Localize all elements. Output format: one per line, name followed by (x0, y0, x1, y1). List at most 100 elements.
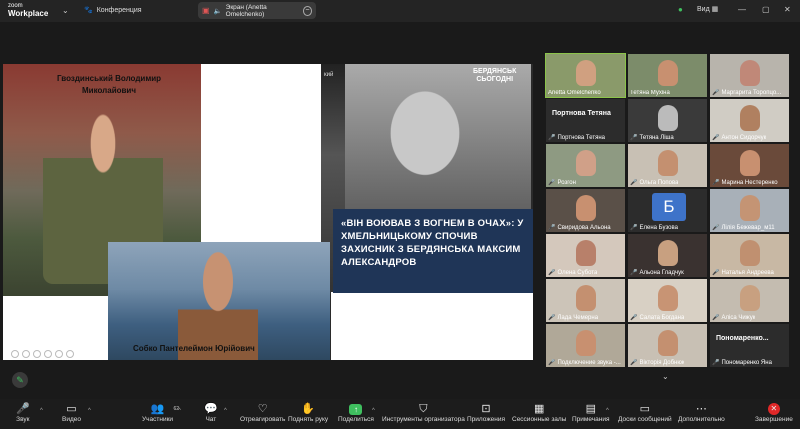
participant-face (658, 330, 678, 356)
participant-tile[interactable]: Anetta Omelchenko (545, 53, 626, 98)
participant-label: 🎤 Свиридова Альона (548, 224, 611, 232)
tool-icon[interactable] (44, 350, 52, 358)
participant-tile[interactable]: 🎤 Ольга Попова (628, 144, 707, 187)
notes-button[interactable]: ▤ Примечания (572, 402, 610, 423)
grid-icon: ▦ (533, 403, 545, 415)
view-menu[interactable]: Вид ▦ (697, 5, 718, 13)
participant-tile[interactable]: 🎤 Лада Чемерна (546, 279, 625, 322)
participant-tile[interactable]: Портнова Тетяна 🎤 Портнова Тетяна (546, 99, 625, 142)
tool-icon[interactable] (11, 350, 19, 358)
participant-tile[interactable]: Пономаренко... 🎤 Пономаренко Яна (710, 324, 789, 367)
react-button[interactable]: ♡ Отреагировать (240, 402, 285, 423)
breakout-rooms-button[interactable]: ▦ Сессионные залы (512, 402, 566, 423)
participant-name: Елена Бузова (639, 224, 678, 231)
participant-face (576, 150, 596, 176)
participant-tile[interactable]: 🎤 Подключение звука -... (546, 324, 625, 367)
slide-tools[interactable] (11, 350, 74, 358)
participant-tile[interactable]: Тетяна Мухіна (628, 54, 707, 97)
participant-face (658, 105, 678, 131)
mute-label: Звук (16, 416, 30, 423)
chevron-down-icon[interactable]: ⌄ (62, 6, 69, 15)
participant-name: Тетяна Мухіна (630, 90, 670, 96)
participant-name: Антон Сидорчук (721, 134, 767, 141)
participant-face (740, 195, 760, 221)
more-button[interactable]: ⋯ Дополнительно (678, 402, 725, 423)
participant-name: Наталья Андреева (721, 269, 774, 276)
minimize-icon[interactable]: — (738, 5, 746, 14)
caret-up-icon[interactable]: ^ (40, 408, 43, 414)
gallery-next-icon[interactable]: ⌄ (662, 372, 669, 381)
participant-label: 🎤 Наталья Андреева (712, 269, 774, 277)
participant-tile[interactable]: 🎤 Наталья Андреева (710, 234, 789, 277)
caret-up-icon[interactable]: ^ (178, 408, 181, 414)
caret-up-icon[interactable]: ^ (606, 408, 609, 414)
chat-button[interactable]: 💬 Чат (204, 402, 218, 423)
share-button[interactable]: ↑ Поделиться (338, 402, 374, 423)
mic-muted-icon: 🎤 (712, 135, 720, 141)
participant-tile[interactable]: 🎤 Салата Богдана (628, 279, 707, 322)
raise-hand-button[interactable]: ✋ Поднять руку (288, 402, 328, 423)
participant-label: 🎤 Портнова Тетяна (548, 134, 605, 142)
annotate-pen-icon[interactable]: ✎ (12, 372, 28, 388)
caret-up-icon[interactable]: ^ (372, 408, 375, 414)
screen-share-pill[interactable]: ▣ 🔈 Экран (Anetta Omelchenko) − (198, 2, 316, 19)
video-button[interactable]: ▭ Видео (62, 402, 81, 423)
participant-name: Марина Нестеренко (721, 179, 778, 186)
caret-up-icon[interactable]: ^ (224, 408, 227, 414)
meeting-info-button[interactable]: 🐾 Конференция (84, 6, 142, 15)
close-icon[interactable]: ✕ (784, 5, 791, 14)
tool-icon[interactable] (55, 350, 63, 358)
participant-tile[interactable]: Б 🎤 Елена Бузова (628, 189, 707, 232)
mic-muted-icon: 🎤 (548, 315, 556, 321)
soldier2-photo (108, 242, 330, 360)
participant-label: Тетяна Мухіна (630, 90, 670, 96)
participant-name: Альона Гладчук (639, 269, 684, 276)
host-tools-button[interactable]: ⛉ Инструменты организатора (382, 402, 465, 423)
participant-name: Олена Субота (557, 269, 598, 276)
shield-icon[interactable]: ● (678, 5, 683, 14)
apps-button[interactable]: ⊡ Приложения (467, 402, 505, 423)
mic-muted-icon: 🎤 (712, 270, 720, 276)
participant-label: 🎤 Аліса Чижук (712, 314, 755, 322)
participant-label: 🎤 Альона Гладчук (630, 269, 684, 277)
participant-tile[interactable]: 🎤 Тетяна Ліша (628, 99, 707, 142)
mic-muted-icon: 🎤 (630, 225, 638, 231)
participant-tile[interactable]: 🎤 Лілія Бежевар_м11 (710, 189, 789, 232)
participant-face (576, 330, 596, 356)
participant-gallery: Anetta Omelchenko Тетяна Мухіна 🎤 Маргарита… (545, 53, 790, 370)
caret-up-icon[interactable]: ^ (88, 408, 91, 414)
participant-label: 🎤 Ольга Попова (630, 179, 678, 187)
participant-tile[interactable]: 🎤 Аліса Чижук (710, 279, 789, 322)
participant-tile[interactable]: 🎤 Олена Субота (546, 234, 625, 277)
participant-face (658, 60, 678, 86)
meeting-toolbar: 🎤 Звук ^ ▭ Видео ^ 👥 62 Участники ^ 💬 Чат ^ ♡… (0, 399, 800, 429)
brand-line1: БЕРДЯНСЬК (473, 68, 517, 75)
participant-tile[interactable]: 🎤 Свиридова Альона (546, 189, 625, 232)
tool-icon[interactable] (22, 350, 30, 358)
tool-icon[interactable] (66, 350, 74, 358)
participant-label: 🎤 Тетяна Ліша (630, 134, 674, 142)
minimize-share-icon[interactable]: − (302, 5, 312, 16)
slide-text-fragment: кий (324, 72, 334, 78)
apps-icon: ⊡ (481, 403, 491, 415)
participant-tile[interactable]: 🎤 Вікторія Добнюк (628, 324, 707, 367)
tool-icon[interactable] (33, 350, 41, 358)
participant-label: 🎤 Антон Сидорчук (712, 134, 767, 142)
whiteboard-icon: ▭ (639, 403, 651, 415)
participants-button[interactable]: 👥 62 Участники (142, 402, 179, 423)
restore-icon[interactable]: ▢ (762, 5, 770, 14)
participant-display-name: Пономаренко... (716, 335, 769, 342)
raise-hand-label: Поднять руку (288, 416, 329, 423)
participant-tile[interactable]: 🎤 Альона Гладчук (628, 234, 707, 277)
whiteboards-button[interactable]: ▭ Доски сообщений (618, 402, 672, 423)
participant-tile[interactable]: 🎤 Маргарита Торопцо... (710, 54, 789, 97)
meeting-label: Конференция (96, 6, 142, 14)
participant-face (576, 285, 596, 311)
mute-button[interactable]: 🎤 Звук (16, 402, 30, 423)
participant-label: 🎤 Марина Нестеренко (712, 179, 778, 187)
end-button[interactable]: ✕ Завершение (755, 402, 793, 423)
participant-tile[interactable]: 🎤 Марина Нестеренко (710, 144, 789, 187)
participant-tile[interactable]: 🎤 Антон Сидорчук (710, 99, 789, 142)
mic-muted-icon: 🎤 (630, 270, 638, 276)
participant-tile[interactable]: 🎤 Розгон (546, 144, 625, 187)
